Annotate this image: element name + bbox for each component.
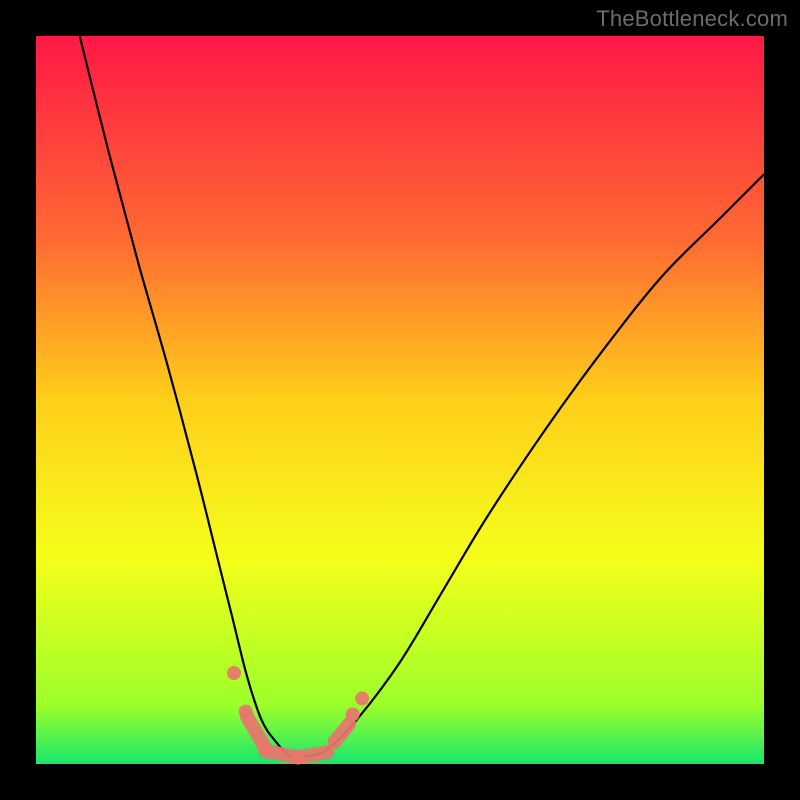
plot-area <box>36 36 764 764</box>
marker-segment <box>298 752 327 757</box>
chart-frame: TheBottleneck.com <box>0 0 800 800</box>
marker-dot <box>355 691 369 705</box>
marker-segment <box>334 724 349 742</box>
marker-dot <box>227 666 241 680</box>
marker-dot <box>346 707 360 721</box>
watermark-text: TheBottleneck.com <box>596 6 788 32</box>
bottleneck-curve <box>80 36 764 758</box>
curve-svg <box>36 36 764 764</box>
